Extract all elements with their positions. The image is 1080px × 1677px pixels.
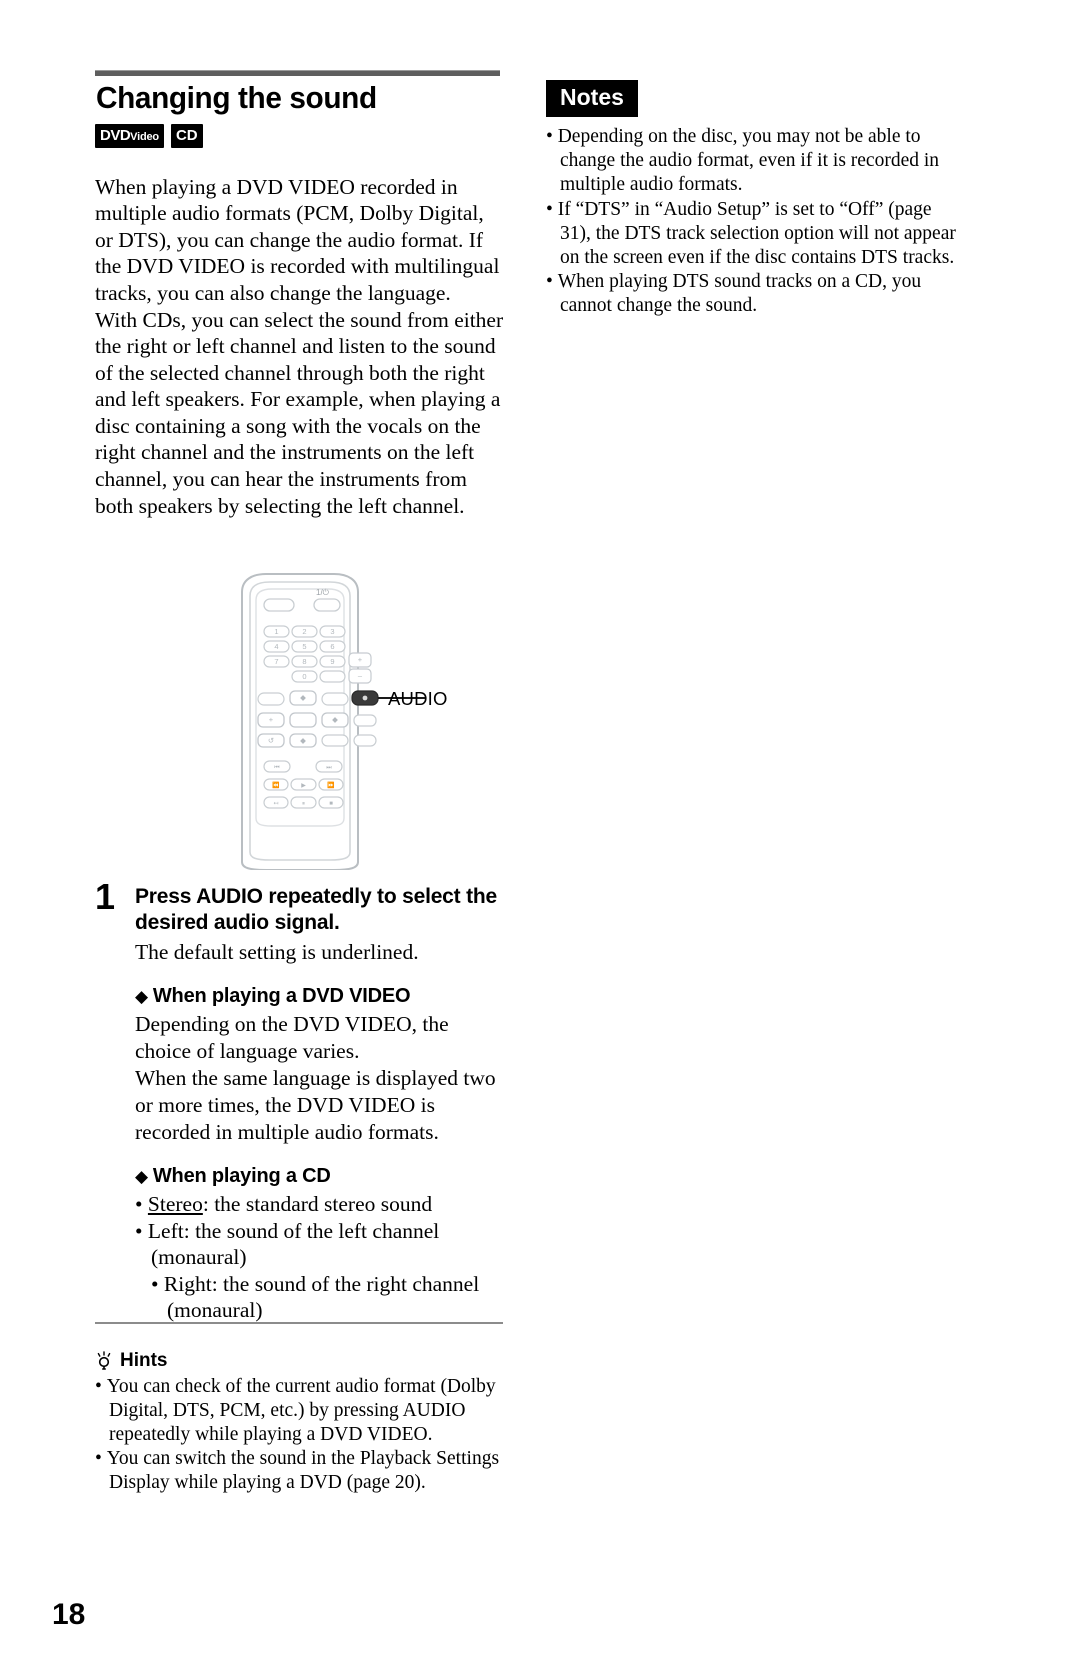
svg-text:⏭: ⏭ (326, 765, 332, 771)
list-item: • Stereo: the standard stereo sound (135, 1192, 433, 1216)
dvd-video-badge-main: DVD (100, 126, 131, 144)
remote-key-clear (319, 670, 346, 683)
section-rule (95, 70, 500, 76)
subsection-dvd-paragraph-1: Depending on the DVD VIDEO, the choice o… (135, 1012, 449, 1063)
svg-text:↤: ↤ (273, 801, 278, 807)
option-rest-stereo: : the standard stereo sound (202, 1192, 433, 1216)
remote-control-illustration: 1/⏻ 1 2 3 4 5 6 7 8 9 0 + – ◆ + ◆ ↺ ◆ ⏮ … (241, 573, 426, 870)
remote-key-sideright (353, 714, 377, 727)
left-column: Changing the sound DVD Video CD When play… (95, 70, 505, 519)
option-rest-left: : the sound of the left channel (monaura… (151, 1218, 440, 1270)
svg-text:▶: ▶ (301, 783, 306, 789)
remote-key-midleft (257, 692, 285, 706)
svg-text:3: 3 (330, 627, 334, 636)
step-subtext: The default setting is underlined. (135, 940, 419, 964)
disc-type-badges: DVD Video CD (95, 123, 505, 148)
svg-text:9: 9 (330, 657, 334, 666)
note-text-1: Depending on the disc, you may not be ab… (557, 126, 940, 196)
list-item: • Depending on the disc, you may not be … (546, 126, 940, 196)
svg-text:7: 7 (274, 657, 278, 666)
remote-key-sideright2 (353, 734, 377, 747)
diamond-bullet-icon-2: ◆ (135, 1167, 148, 1186)
list-item: • Left: the sound of the left channel (m… (135, 1218, 440, 1270)
page-number: 18 (52, 1598, 86, 1631)
page-title: Changing the sound (96, 80, 377, 115)
remote-control-figure: 1/⏻ 1 2 3 4 5 6 7 8 9 0 + – ◆ + ◆ ↺ ◆ ⏮ … (230, 570, 560, 870)
lightbulb-icon (97, 1351, 111, 1370)
svg-text:2: 2 (302, 627, 306, 636)
manual-page: Changing the sound DVD Video CD When play… (0, 0, 1080, 1677)
subsection-heading-dvd-video-label: When playing a DVD VIDEO (152, 985, 411, 1007)
option-term-stereo: Stereo (147, 1192, 203, 1216)
hints-list: • You can check of the current audio for… (95, 1375, 505, 1495)
remote-key-midright (321, 692, 349, 706)
step-1-block: 1 Press AUDIO repeatedly to select the d… (95, 876, 510, 1324)
svg-text:+: + (358, 655, 363, 664)
dvd-video-badge-sub: Video (130, 130, 159, 143)
notes-column: Notes • Depending on the disc, you may n… (546, 80, 966, 319)
svg-text:4: 4 (274, 642, 278, 651)
svg-text:⏩: ⏩ (327, 781, 335, 789)
step-number: 1 (95, 876, 116, 917)
option-rest-right: : the sound of the right channel (monaur… (167, 1271, 480, 1323)
remote-button-blank-topleft (263, 598, 295, 612)
notes-list: • Depending on the disc, you may not be … (546, 125, 966, 319)
option-term-left: Left (147, 1218, 184, 1243)
subsection-dvd-paragraph-2: When the same language is displayed two … (135, 1066, 496, 1144)
audio-button-callout-label: AUDIO (388, 688, 448, 709)
svg-text:⏪: ⏪ (272, 781, 280, 789)
svg-text:1: 1 (274, 627, 278, 636)
hints-block: Hints • You can check of the current aud… (95, 1322, 505, 1495)
cd-badge-main: CD (175, 126, 198, 144)
list-item: • You can check of the current audio for… (95, 1376, 496, 1445)
svg-text:8: 8 (302, 657, 306, 666)
svg-text:5: 5 (302, 642, 306, 651)
list-item: • Right: the sound of the right channel … (151, 1271, 480, 1323)
notes-title: Notes (546, 80, 638, 117)
note-text-3: When playing DTS sound tracks on a CD, y… (557, 271, 922, 317)
list-item: • When playing DTS sound tracks on a CD,… (546, 271, 922, 317)
intro-paragraph-1: When playing a DVD VIDEO recorded in mul… (95, 174, 500, 305)
svg-text:⏮: ⏮ (274, 765, 280, 771)
step-heading: Press AUDIO repeatedly to select the des… (135, 885, 497, 934)
option-term-right: Right (163, 1271, 212, 1296)
remote-key-display (321, 734, 349, 747)
dvd-video-badge: DVD Video (95, 123, 164, 148)
subsection-heading-cd: ◆ When playing a CD (135, 1164, 510, 1189)
svg-text:6: 6 (330, 642, 334, 651)
list-item: • If “DTS” in “Audio Setup” is set to “O… (546, 198, 956, 269)
svg-text:■: ■ (329, 801, 333, 807)
list-item: • You can switch the sound in the Playba… (95, 1448, 500, 1493)
svg-text:⏸: ⏸ (302, 801, 305, 807)
subsection-heading-dvd-video: ◆ When playing a DVD VIDEO (135, 984, 510, 1009)
hint-text-2: You can switch the sound in the Playback… (106, 1448, 500, 1493)
remote-key-audio-dot (362, 695, 368, 701)
hints-heading: Hints (95, 1350, 505, 1372)
remote-button-power (313, 598, 341, 612)
svg-text:0: 0 (302, 672, 306, 681)
svg-text:+: + (269, 715, 274, 724)
power-symbol-label: 1/⏻ (316, 588, 330, 597)
svg-text:↺: ↺ (268, 736, 275, 745)
subsection-heading-cd-label: When playing a CD (152, 1165, 331, 1187)
diamond-bullet-icon: ◆ (135, 987, 148, 1006)
hint-text-1: You can check of the current audio forma… (106, 1376, 496, 1445)
intro-paragraph-2: With CDs, you can select the sound from … (95, 307, 504, 518)
hints-divider (95, 1322, 503, 1324)
hints-title: Hints (120, 1350, 168, 1371)
note-text-2: If “DTS” in “Audio Setup” is set to “Off… (557, 198, 956, 269)
cd-option-list: • Stereo: the standard stereo sound • Le… (135, 1191, 510, 1324)
cd-badge: CD (170, 123, 203, 148)
remote-key-enter (289, 712, 317, 728)
